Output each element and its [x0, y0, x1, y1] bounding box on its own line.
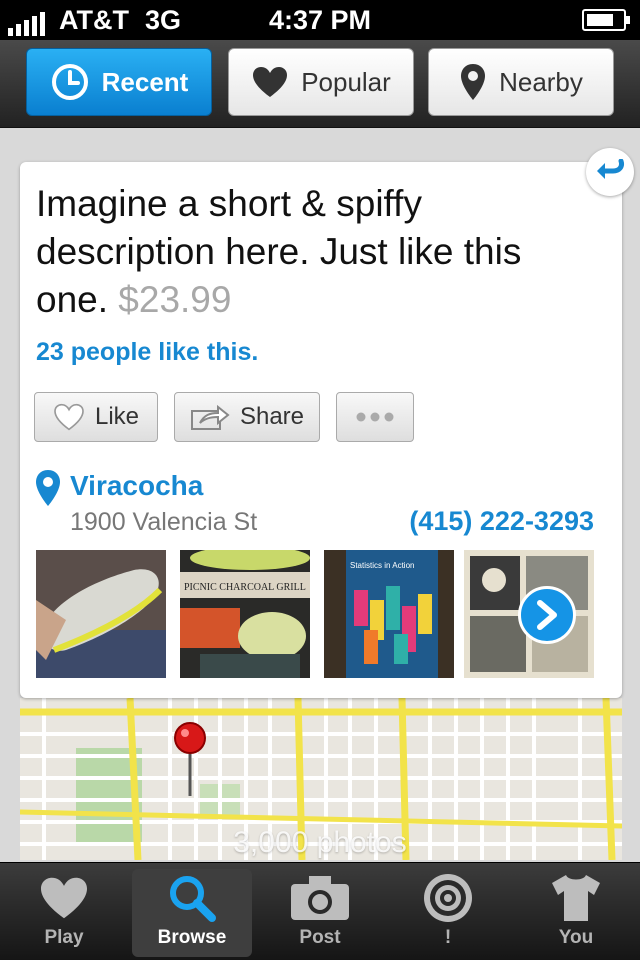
tab-play[interactable]: Play: [4, 869, 124, 957]
bottom-tab-bar: Play Browse Post ! You: [0, 862, 640, 960]
grill-box-text: PICNIC CHARCOAL GRILL: [184, 582, 306, 593]
item-price: $23.99: [118, 279, 232, 320]
feed-filter-bar: Recent Popular Nearby: [0, 40, 640, 128]
reply-arrow-icon: [597, 159, 624, 179]
tshirt-icon: [552, 875, 600, 921]
share-button[interactable]: Share: [174, 392, 320, 442]
like-button-label: Like: [94, 403, 140, 430]
book-title-text: Statistics in Action: [350, 561, 414, 570]
tab-notifications-label: !: [444, 927, 452, 948]
tab-popular[interactable]: Popular: [228, 48, 414, 116]
more-options-button[interactable]: [336, 392, 414, 442]
tab-post-label: Post: [299, 927, 341, 948]
tab-browse-label: Browse: [157, 927, 227, 948]
tab-recent-label: Recent: [101, 66, 189, 97]
charcoal-grill-photo: PICNIC CHARCOAL GRILL: [180, 550, 310, 678]
statistics-book-photo: Statistics in Action: [324, 550, 454, 678]
map-pin-icon: [36, 470, 60, 506]
tab-popular-label: Popular: [301, 66, 391, 97]
ellipsis-icon: [356, 412, 394, 422]
tab-nearby[interactable]: Nearby: [428, 48, 614, 116]
camera-icon: [291, 876, 349, 920]
likes-count-link[interactable]: 23 people like this.: [36, 338, 258, 367]
tab-browse[interactable]: Browse: [132, 869, 252, 957]
heart-icon: [41, 877, 87, 919]
item-card: Imagine a short & spiffy description her…: [20, 162, 622, 698]
tab-nearby-label: Nearby: [499, 66, 583, 97]
status-bar: AT&T 3G 4:37 PM: [0, 0, 640, 40]
thumbnail-sneaker[interactable]: [36, 550, 166, 678]
venue-address: 1900 Valencia St: [70, 508, 258, 536]
share-icon: [190, 404, 230, 430]
photo-count-label: 3,000 photos: [233, 826, 407, 859]
sneaker-photo: [36, 550, 166, 678]
next-photos-button[interactable]: [518, 586, 576, 644]
tab-recent[interactable]: Recent: [26, 48, 212, 116]
tab-you[interactable]: You: [516, 869, 636, 957]
clock-icon: [51, 64, 88, 100]
search-icon: [170, 876, 216, 922]
heart-icon: [253, 67, 288, 97]
map-pin-icon: [461, 64, 486, 100]
clock-time: 4:37 PM: [268, 5, 372, 35]
tab-notifications[interactable]: !: [388, 869, 508, 957]
thumbnail-statistics-book[interactable]: Statistics in Action: [324, 550, 454, 678]
chevron-right-icon: [537, 600, 557, 630]
battery-icon: [582, 9, 630, 31]
item-description: Imagine a short & spiffy description her…: [36, 180, 596, 324]
description-text: Imagine a short & spiffy description her…: [36, 183, 522, 320]
target-icon: [424, 874, 472, 922]
like-button[interactable]: Like: [34, 392, 158, 442]
tab-play-label: Play: [44, 927, 84, 948]
venue-phone-link[interactable]: (415) 222-3293: [409, 506, 594, 537]
venue-name-link[interactable]: Viracocha: [70, 470, 203, 502]
share-button-label: Share: [239, 403, 305, 430]
thumbnail-grill[interactable]: PICNIC CHARCOAL GRILL: [180, 550, 310, 678]
tab-post[interactable]: Post: [260, 869, 380, 957]
heart-icon: [54, 403, 84, 431]
corner-action-button[interactable]: [586, 148, 634, 196]
tab-you-label: You: [558, 927, 594, 948]
